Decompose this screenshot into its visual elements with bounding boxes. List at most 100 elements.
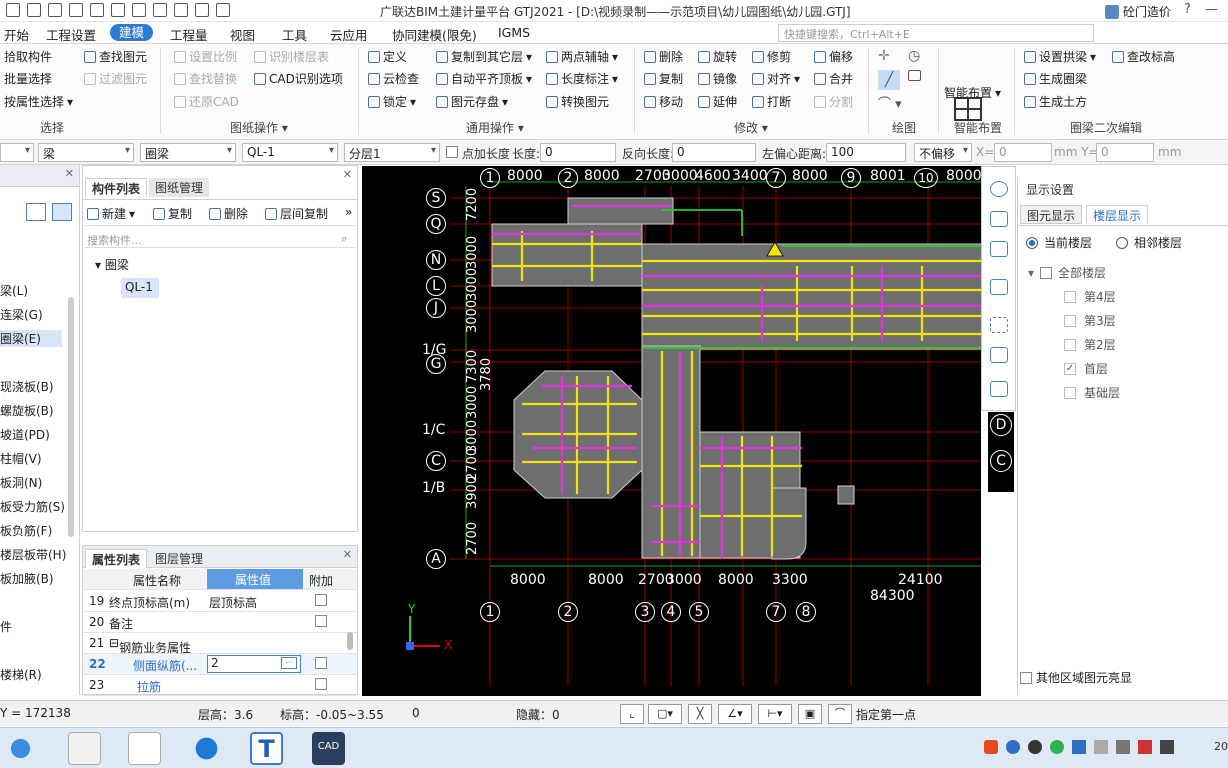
point-draw-button[interactable]: ✛: [878, 48, 890, 64]
tree-item-slab-haunch[interactable]: 板加腋(B): [0, 570, 54, 587]
radio-adjacent-floor[interactable]: 相邻楼层: [1116, 234, 1182, 251]
copy-component-button[interactable]: 复制: [153, 205, 192, 222]
extra-checkbox[interactable]: [315, 615, 327, 627]
detail-view-icon[interactable]: [52, 203, 72, 221]
tree-item-slab-rebar[interactable]: 板受力筋(S): [0, 498, 65, 515]
floor-copy-button[interactable]: 层间复制: [265, 205, 328, 222]
find-element-button[interactable]: 查找图元: [84, 48, 147, 65]
offset-input[interactable]: 100: [826, 143, 906, 162]
find-replace-button[interactable]: 查找替换: [174, 70, 237, 87]
tab-property-list[interactable]: 属性列表: [85, 549, 148, 568]
cad-options-button[interactable]: CAD识别选项: [254, 70, 343, 87]
component-ql1[interactable]: QL-1: [121, 278, 159, 298]
line-draw-button[interactable]: ╱: [878, 70, 900, 90]
volume-icon[interactable]: [1138, 740, 1152, 754]
snap-button[interactable]: ⊢▾: [758, 704, 792, 724]
split-button[interactable]: 分割: [814, 93, 853, 110]
input-method-icon[interactable]: [984, 740, 998, 754]
menu-collab[interactable]: 协同建模(限免): [392, 25, 477, 44]
menu-quantities[interactable]: 工程量: [170, 25, 208, 44]
angle-button[interactable]: ∠▾: [718, 704, 752, 724]
table-row[interactable]: 20 备注: [83, 612, 357, 633]
close-icon[interactable]: ✕: [343, 548, 352, 561]
shield-icon[interactable]: [1072, 740, 1086, 754]
tab-floor-display[interactable]: 楼层显示: [1086, 205, 1149, 224]
view-icon[interactable]: [153, 3, 167, 17]
folder-app-icon[interactable]: [68, 732, 101, 765]
close-icon[interactable]: ✕: [65, 167, 74, 180]
list-view-icon[interactable]: [26, 203, 46, 221]
arc-snap-button[interactable]: ⌒: [828, 704, 852, 724]
tab-component-list[interactable]: 构件列表: [85, 178, 148, 197]
table-icon[interactable]: [174, 3, 188, 17]
3d-view-icon[interactable]: [990, 211, 1008, 227]
reverse-length-input[interactable]: 0: [672, 143, 756, 162]
move-button[interactable]: 移动: [644, 93, 683, 110]
element-save-button[interactable]: 图元存盘 ▾: [436, 93, 508, 110]
display-button[interactable]: ▣: [798, 704, 822, 724]
settings-icon[interactable]: [195, 3, 209, 17]
save-icon[interactable]: [69, 3, 83, 17]
tree-item-column-cap[interactable]: 柱帽(V): [0, 450, 42, 467]
cloud-app-icon[interactable]: [128, 732, 161, 765]
tree-scrollbar[interactable]: [68, 297, 74, 537]
tree-item-slab-hole[interactable]: 板洞(N): [0, 474, 42, 491]
copy-to-floor-button[interactable]: 复制到其它层 ▾: [436, 48, 532, 65]
length-input[interactable]: 0: [540, 143, 616, 162]
rotate-button[interactable]: 旋转: [698, 48, 737, 65]
floor-item-4[interactable]: 第4层: [1064, 288, 1116, 305]
pick-component-button[interactable]: 拾取构件: [4, 48, 52, 65]
shortcut-search-input[interactable]: 快捷键搜索，Ctrl+Alt+E: [778, 24, 1094, 42]
orbit-icon[interactable]: [990, 181, 1008, 197]
open-icon[interactable]: [27, 3, 41, 17]
menu-tools[interactable]: 工具: [282, 25, 307, 44]
length-dimension-button[interactable]: 长度标注 ▾: [546, 70, 618, 87]
check-elevation-button[interactable]: 查改标高: [1112, 48, 1175, 65]
sum-icon[interactable]: [132, 3, 146, 17]
arc-draw-button[interactable]: ⌒ ▾: [878, 93, 902, 112]
component-select[interactable]: QL-1 ▾: [242, 143, 338, 162]
tab-layer-manage[interactable]: 图层管理: [149, 549, 209, 568]
extra-checkbox[interactable]: [315, 657, 327, 669]
point-length-checkbox[interactable]: 点加长度: [446, 145, 510, 162]
floor-tree-root[interactable]: ▾ 全部楼层: [1028, 264, 1106, 281]
convert-element-button[interactable]: 转换图元: [546, 93, 609, 110]
cloud-check-button[interactable]: 云检查: [368, 70, 419, 87]
delete-button[interactable]: 删除: [644, 48, 683, 65]
generate-earthwork-button[interactable]: 生成土方: [1024, 93, 1087, 110]
floor-item-3[interactable]: 第3层: [1064, 312, 1116, 329]
tray-app-icon[interactable]: [1028, 740, 1042, 754]
menu-project-settings[interactable]: 工程设置: [46, 25, 96, 44]
report-icon[interactable]: [216, 3, 230, 17]
table-row[interactable]: 23 拉筋: [83, 675, 357, 696]
tree-item-beam[interactable]: 梁(L): [0, 282, 28, 299]
list-icon[interactable]: [990, 381, 1008, 397]
undo-icon[interactable]: [90, 3, 104, 17]
tray-icon[interactable]: [1094, 740, 1108, 754]
break-button[interactable]: 打断: [752, 93, 791, 110]
menu-cloud[interactable]: 云应用: [330, 25, 368, 44]
tab-element-display[interactable]: 图元显示: [1020, 205, 1083, 224]
component-search-input[interactable]: 搜索构件...: [85, 230, 355, 248]
identify-floor-table-button[interactable]: 识别楼层表: [254, 48, 329, 65]
merge-button[interactable]: 合并: [814, 70, 853, 87]
y-input[interactable]: 0: [1096, 143, 1154, 162]
wechat-icon[interactable]: [1050, 740, 1064, 754]
tree-item-ramp[interactable]: 坡道(PD): [0, 426, 50, 443]
smart-layout-button[interactable]: 智能布置 ▾: [944, 84, 1001, 101]
highlight-other-area-checkbox[interactable]: 其他区域图元亮显: [1020, 669, 1132, 686]
offset-button[interactable]: 偏移: [814, 48, 853, 65]
cube-icon[interactable]: [990, 241, 1008, 257]
tree-item-part[interactable]: 件: [0, 618, 12, 635]
layer-select[interactable]: 分层1 ▾: [344, 143, 440, 162]
select-by-property-button[interactable]: 按属性选择 ▾: [4, 93, 73, 110]
table-row[interactable]: 19 终点顶标高(m) 层顶标高: [83, 591, 357, 612]
batch-select-button[interactable]: 批量选择: [4, 70, 52, 87]
menu-igms[interactable]: IGMS: [498, 25, 530, 40]
new-component-button[interactable]: 新建 ▾: [87, 205, 135, 222]
define-button[interactable]: 定义: [368, 48, 407, 65]
network-icon[interactable]: [1006, 740, 1020, 754]
set-arch-beam-button[interactable]: 设置拱梁 ▾: [1024, 48, 1096, 65]
tree-item-stairs[interactable]: 楼梯(R): [0, 666, 42, 683]
fit-view-icon[interactable]: [990, 317, 1008, 333]
